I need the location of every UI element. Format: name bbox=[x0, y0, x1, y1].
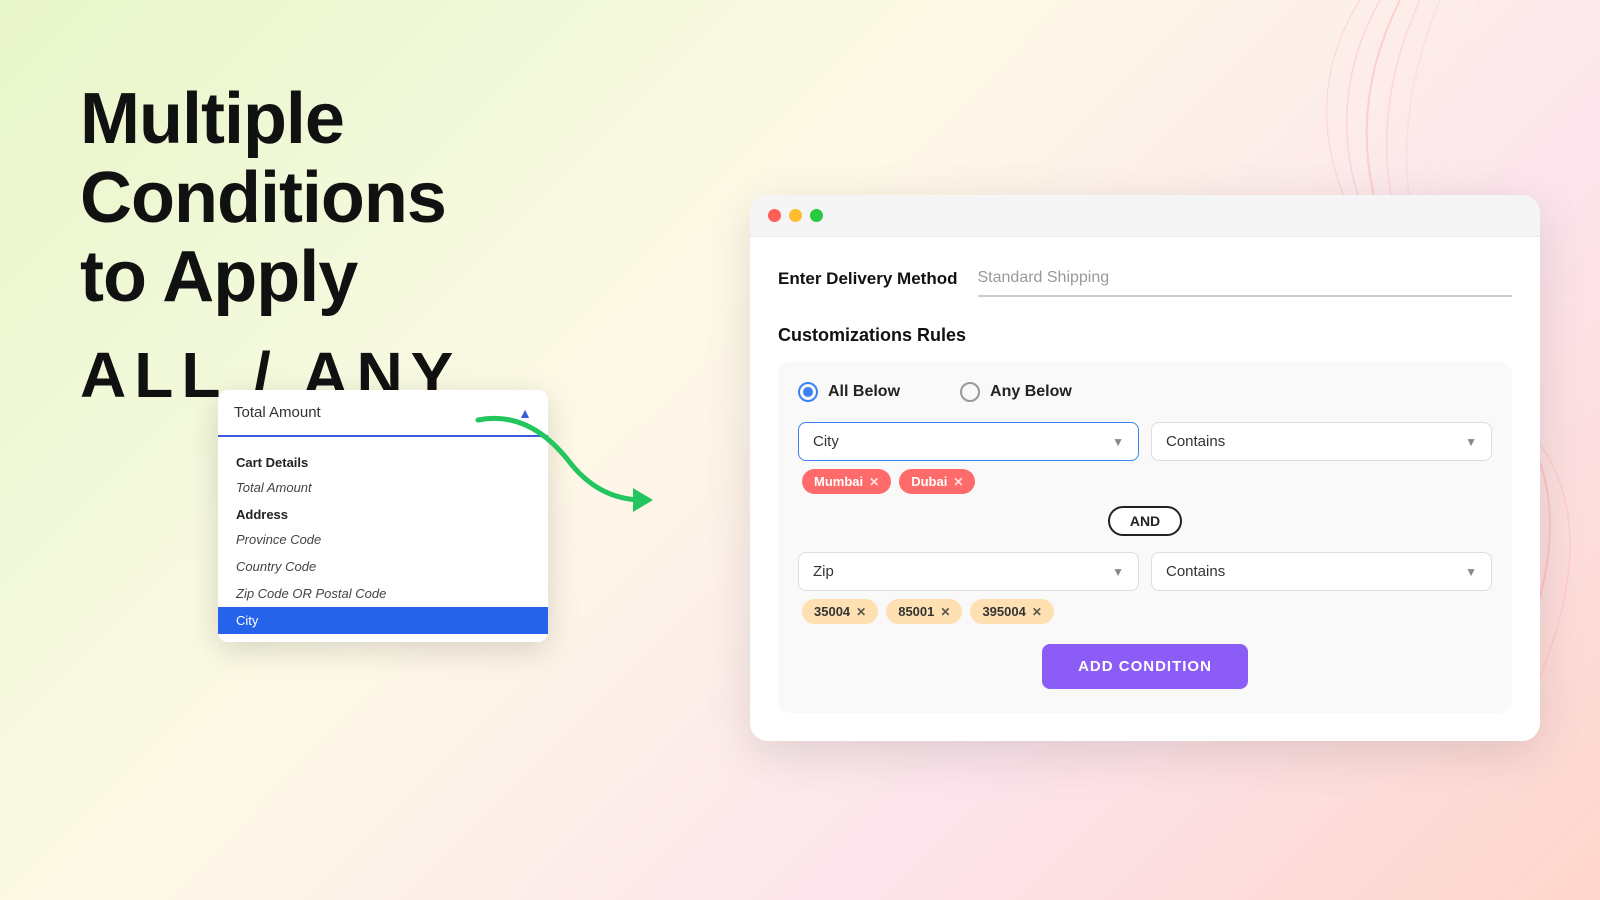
condition2-field-select[interactable]: Zip ▼ bbox=[798, 552, 1139, 591]
condition2-operator-chevron: ▼ bbox=[1465, 565, 1477, 579]
tag-35004: 35004 ✕ bbox=[802, 599, 878, 624]
tag-dubai-close[interactable]: ✕ bbox=[953, 475, 963, 489]
and-badge-row: AND bbox=[798, 506, 1492, 536]
tag-35004-label: 35004 bbox=[814, 604, 850, 619]
tag-dubai-label: Dubai bbox=[911, 474, 947, 489]
tag-dubai: Dubai ✕ bbox=[899, 469, 975, 494]
tag-85001: 85001 ✕ bbox=[886, 599, 962, 624]
left-section: Multiple Conditions to Apply ALL / ANY bbox=[80, 80, 560, 412]
minimize-dot[interactable] bbox=[789, 209, 802, 222]
add-condition-button[interactable]: ADD CONDITION bbox=[1042, 644, 1248, 689]
condition1-operator-chevron: ▼ bbox=[1465, 435, 1477, 449]
tag-395004-close[interactable]: ✕ bbox=[1032, 605, 1042, 619]
city-tags-area: Mumbai ✕ Dubai ✕ bbox=[798, 469, 1492, 494]
condition2-field-chevron: ▼ bbox=[1112, 565, 1124, 579]
tag-85001-close[interactable]: ✕ bbox=[940, 605, 950, 619]
condition1-field-text: City bbox=[813, 433, 839, 450]
radio-any-label: Any Below bbox=[990, 383, 1072, 401]
tag-35004-close[interactable]: ✕ bbox=[856, 605, 866, 619]
app-card: Enter Delivery Method Customizations Rul… bbox=[750, 195, 1540, 741]
tag-mumbai: Mumbai ✕ bbox=[802, 469, 891, 494]
condition2-operator-text: Contains bbox=[1166, 563, 1225, 580]
condition1-operator-text: Contains bbox=[1166, 433, 1225, 450]
condition2-field-text: Zip bbox=[813, 563, 834, 580]
condition1-field-chevron: ▼ bbox=[1112, 435, 1124, 449]
radio-any-below[interactable]: Any Below bbox=[960, 382, 1072, 402]
dropdown-item-country-code[interactable]: Country Code bbox=[218, 553, 548, 580]
delivery-method-label: Enter Delivery Method bbox=[778, 269, 958, 289]
radio-all-circle bbox=[798, 382, 818, 402]
dropdown-trigger-text: Total Amount bbox=[234, 404, 321, 421]
dropdown-item-zip-code[interactable]: Zip Code OR Postal Code bbox=[218, 580, 548, 607]
dropdown-item-province-code[interactable]: Province Code bbox=[218, 526, 548, 553]
delivery-method-row: Enter Delivery Method bbox=[778, 261, 1512, 297]
close-dot[interactable] bbox=[768, 209, 781, 222]
add-condition-row: ADD CONDITION bbox=[798, 644, 1492, 689]
zip-tags-area: 35004 ✕ 85001 ✕ 395004 ✕ bbox=[798, 599, 1492, 624]
dropdown-item-city[interactable]: City bbox=[218, 607, 548, 634]
radio-all-below[interactable]: All Below bbox=[798, 382, 900, 402]
tag-mumbai-label: Mumbai bbox=[814, 474, 863, 489]
delivery-method-input[interactable] bbox=[978, 261, 1513, 297]
rules-area: All Below Any Below City ▼ Contains ▼ bbox=[778, 362, 1512, 713]
radio-row: All Below Any Below bbox=[798, 382, 1492, 402]
condition-row-1: City ▼ Contains ▼ bbox=[798, 422, 1492, 461]
customizations-title: Customizations Rules bbox=[778, 325, 1512, 346]
radio-all-label: All Below bbox=[828, 383, 900, 401]
tag-85001-label: 85001 bbox=[898, 604, 934, 619]
tag-395004: 395004 ✕ bbox=[970, 599, 1053, 624]
radio-any-circle bbox=[960, 382, 980, 402]
window-chrome bbox=[750, 195, 1540, 237]
green-arrow-icon bbox=[468, 400, 688, 520]
condition1-operator-select[interactable]: Contains ▼ bbox=[1151, 422, 1492, 461]
condition-row-2: Zip ▼ Contains ▼ bbox=[798, 552, 1492, 591]
condition2-operator-select[interactable]: Contains ▼ bbox=[1151, 552, 1492, 591]
main-title: Multiple Conditions to Apply bbox=[80, 80, 560, 318]
maximize-dot[interactable] bbox=[810, 209, 823, 222]
card-content: Enter Delivery Method Customizations Rul… bbox=[750, 237, 1540, 741]
tag-mumbai-close[interactable]: ✕ bbox=[869, 475, 879, 489]
condition1-field-select[interactable]: City ▼ bbox=[798, 422, 1139, 461]
tag-395004-label: 395004 bbox=[982, 604, 1025, 619]
and-badge: AND bbox=[1108, 506, 1182, 536]
